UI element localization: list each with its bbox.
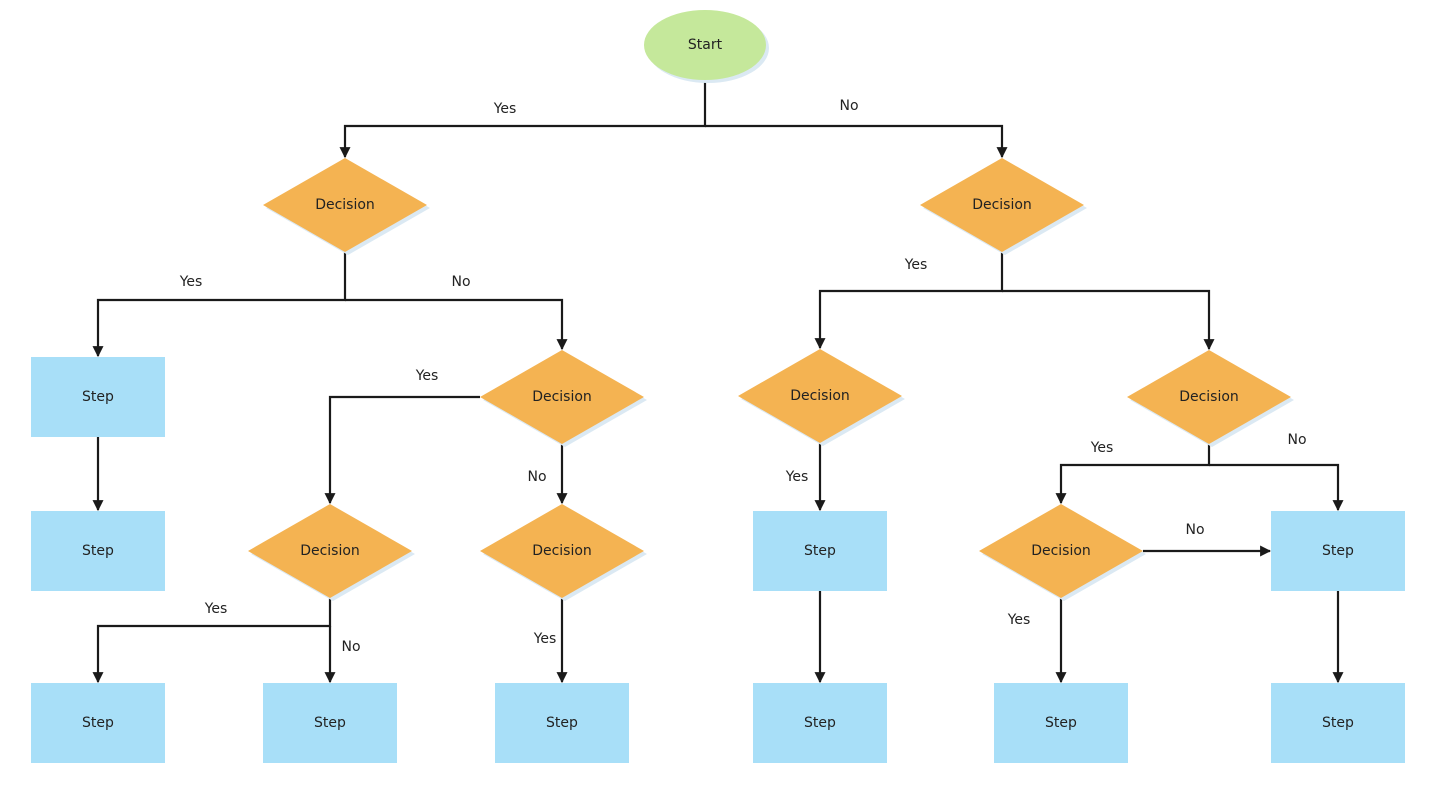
edge-label-no: No (527, 469, 546, 485)
decision-node-d6[interactable]: Decision (738, 349, 905, 446)
process-node-s3[interactable]: Step (31, 683, 165, 763)
node-label: Decision (315, 197, 375, 213)
connector-d7-d8 (1055, 444, 1211, 505)
edge-label-no: No (839, 98, 858, 114)
process-node-s9[interactable]: Step (994, 683, 1128, 763)
edge-label-no: No (1185, 522, 1204, 538)
process-node-s4[interactable]: Step (263, 683, 397, 763)
connector-start-d2 (705, 124, 1008, 159)
node-label: Step (1322, 543, 1354, 559)
node-label: Step (82, 715, 114, 731)
flowchart-canvas: Start Decision Decision Step Decision Step Dec… (31, 10, 1405, 763)
process-node-s8[interactable]: Step (753, 683, 887, 763)
decision-node-d5[interactable]: Decision (480, 504, 647, 601)
decision-node-d4[interactable]: Decision (248, 504, 415, 601)
node-label: Step (82, 543, 114, 559)
decision-node-d3[interactable]: Decision (480, 350, 647, 447)
edge-label-yes: Yes (904, 257, 928, 273)
edge-label-yes: Yes (785, 469, 809, 485)
nodes: Start Decision Decision Step Decision Step Dec… (31, 10, 1405, 763)
node-label: Start (688, 37, 723, 53)
process-node-s6[interactable]: Step (753, 511, 887, 591)
decision-node-d8[interactable]: Decision (979, 504, 1146, 601)
connector-start-d1 (339, 80, 707, 159)
edge-label-yes: Yes (204, 601, 228, 617)
edge-label-no: No (451, 274, 470, 290)
edges (92, 80, 1344, 684)
edge-label-no: No (1287, 432, 1306, 448)
node-label: Decision (300, 543, 360, 559)
edge-label-yes: Yes (493, 101, 517, 117)
edge-label-yes: Yes (1090, 440, 1114, 456)
node-label: Decision (532, 389, 592, 405)
node-label: Decision (790, 388, 850, 404)
node-label: Decision (1031, 543, 1091, 559)
node-label: Step (804, 715, 836, 731)
node-label: Step (546, 715, 578, 731)
process-node-s10[interactable]: Step (1271, 683, 1405, 763)
edge-label-no: No (341, 639, 360, 655)
connector-d1-d3 (345, 298, 568, 351)
decision-node-d1[interactable]: Decision (263, 158, 430, 255)
node-label: Step (804, 543, 836, 559)
node-label: Decision (532, 543, 592, 559)
process-node-s2[interactable]: Step (31, 511, 165, 591)
node-label: Step (314, 715, 346, 731)
connector-d2-d7 (1002, 289, 1215, 351)
node-label: Decision (1179, 389, 1239, 405)
edge-label-yes: Yes (1007, 612, 1031, 628)
connector-d1-s1 (92, 252, 347, 358)
decision-node-d2[interactable]: Decision (920, 158, 1087, 255)
node-label: Step (1322, 715, 1354, 731)
process-node-s5[interactable]: Step (495, 683, 629, 763)
terminal-node-start[interactable]: Start (644, 10, 769, 83)
node-label: Step (82, 389, 114, 405)
process-node-s1[interactable]: Step (31, 357, 165, 437)
connector-d3-d4 (324, 395, 480, 505)
node-label: Decision (972, 197, 1032, 213)
connector-d7-s7 (1209, 463, 1344, 512)
decision-node-d7[interactable]: Decision (1127, 350, 1294, 447)
edge-label-yes: Yes (179, 274, 203, 290)
edge-label-yes: Yes (533, 631, 557, 647)
process-node-s7[interactable]: Step (1271, 511, 1405, 591)
edge-label-yes: Yes (415, 368, 439, 384)
node-label: Step (1045, 715, 1077, 731)
